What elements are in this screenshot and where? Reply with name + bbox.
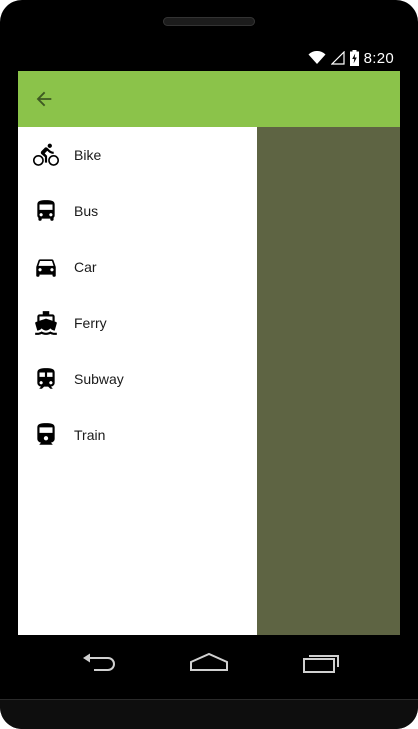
nav-home-button[interactable] <box>189 649 229 675</box>
battery-charging-icon <box>349 50 359 66</box>
drawer-item-label: Bus <box>74 203 99 219</box>
speaker-grille <box>163 17 255 26</box>
content-area: Bike Bus Car Ferry Subway Train <box>18 127 400 635</box>
bottom-bezel <box>0 699 418 729</box>
train-icon <box>33 422 59 448</box>
status-bar: 8:20 <box>18 44 400 71</box>
drawer-item-label: Car <box>74 259 97 275</box>
ferry-icon <box>33 310 59 336</box>
status-clock: 8:20 <box>363 49 394 67</box>
toolbar <box>18 71 400 127</box>
screen: 8:20 Bike Bus Car Ferry Subway Train <box>18 44 400 635</box>
car-icon <box>33 254 59 280</box>
drawer-item-label: Bike <box>74 147 102 163</box>
drawer-item-subway[interactable]: Subway <box>18 351 257 407</box>
back-button[interactable] <box>30 85 58 113</box>
drawer-item-label: Ferry <box>74 315 107 331</box>
phone-frame: 8:20 Bike Bus Car Ferry Subway Train <box>0 0 418 729</box>
navigation-drawer: Bike Bus Car Ferry Subway Train <box>18 127 257 635</box>
drawer-item-train[interactable]: Train <box>18 407 257 463</box>
nav-back-button[interactable] <box>78 649 118 675</box>
wifi-icon <box>308 51 326 64</box>
cell-signal-icon <box>330 51 345 65</box>
status-icons: 8:20 <box>308 49 394 67</box>
back-nav-icon <box>83 653 115 671</box>
drawer-item-label: Subway <box>74 371 124 387</box>
arrow-back-icon <box>36 91 52 107</box>
nav-recents-button[interactable] <box>302 649 342 675</box>
bus-icon <box>33 198 59 224</box>
drawer-item-ferry[interactable]: Ferry <box>18 295 257 351</box>
drawer-item-car[interactable]: Car <box>18 239 257 295</box>
drawer-item-label: Train <box>74 427 106 443</box>
home-nav-icon <box>190 652 228 671</box>
subway-icon <box>33 366 59 392</box>
drawer-item-bus[interactable]: Bus <box>18 183 257 239</box>
drawer-item-bike[interactable]: Bike <box>18 127 257 183</box>
system-nav-bar <box>0 635 418 699</box>
bike-icon <box>33 142 59 168</box>
recents-nav-icon <box>303 655 339 673</box>
drawer-scrim[interactable] <box>257 127 400 635</box>
